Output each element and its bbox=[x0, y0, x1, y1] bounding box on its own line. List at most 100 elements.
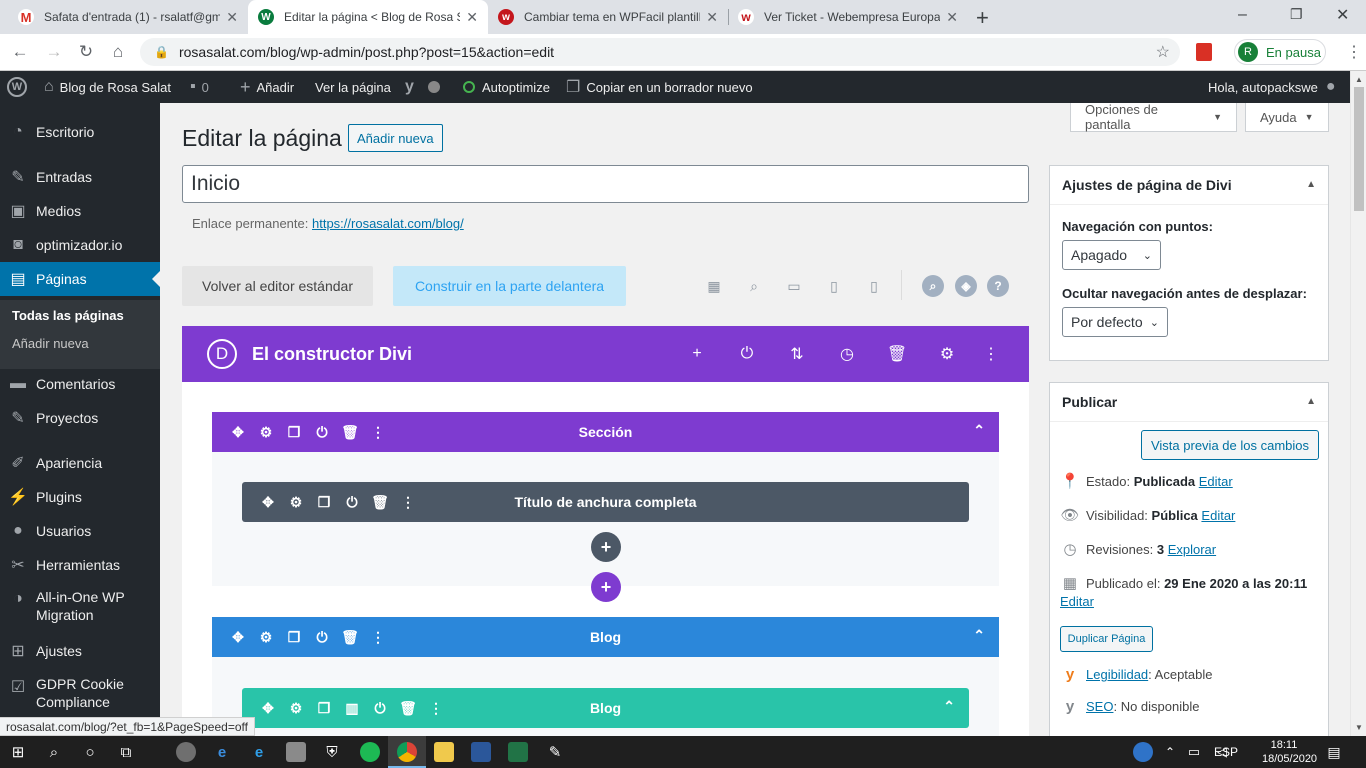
shield-icon[interactable]: ⛨ bbox=[320, 740, 344, 764]
collapse-icon[interactable]: ▲ bbox=[1306, 396, 1316, 407]
sidebar-item-migration[interactable]: ◑ All-in-One WP Migration bbox=[0, 588, 160, 630]
chevron-up-icon[interactable]: ⌃ bbox=[943, 698, 955, 715]
move-icon[interactable]: ✥ bbox=[224, 629, 252, 646]
sidebar-item-projects[interactable]: ✎ Proyectos bbox=[0, 401, 160, 435]
sidebar-item-plugins[interactable]: ⚡ Plugins bbox=[0, 480, 160, 514]
row-bar-blog[interactable]: ✥ ⚙ ❐ ▥ ⏻ 🗑 ⋮ Blog ⌃ bbox=[242, 688, 969, 728]
page-scrollbar[interactable]: ▲ ▼ bbox=[1350, 71, 1366, 736]
pdf-extension-icon[interactable] bbox=[1196, 43, 1212, 61]
box-header[interactable]: Publicar ▲ bbox=[1050, 383, 1328, 422]
close-icon[interactable]: ✕ bbox=[226, 9, 238, 26]
sidebar-item-tools[interactable]: ✂ Herramientas bbox=[0, 548, 160, 582]
wp-logo-icon[interactable]: W bbox=[7, 71, 27, 103]
hide-nav-select[interactable]: Por defecto ⌄ bbox=[1062, 307, 1168, 337]
excel-icon[interactable] bbox=[508, 742, 528, 762]
kebab-menu-icon[interactable]: ⋮ bbox=[1346, 42, 1362, 62]
save-icon[interactable]: ⏻ bbox=[308, 629, 336, 646]
sidebar-item-comments[interactable]: ▬ Comentarios bbox=[0, 367, 160, 401]
scroll-down-icon[interactable]: ▼ bbox=[1355, 723, 1363, 732]
layers-icon[interactable]: ◈ bbox=[955, 275, 977, 297]
windows-start-icon[interactable]: ⊞ bbox=[6, 740, 30, 764]
chevron-up-icon[interactable]: ⌃ bbox=[1158, 740, 1182, 764]
preview-changes-button[interactable]: Vista previa de los cambios bbox=[1141, 430, 1319, 460]
sidebar-item-dashboard[interactable]: ◔ Escritorio bbox=[0, 115, 160, 149]
maximize-button[interactable]: ❐ bbox=[1290, 6, 1303, 23]
close-icon[interactable]: ✕ bbox=[946, 9, 958, 26]
move-icon[interactable]: ✥ bbox=[254, 700, 282, 717]
scrollbar-thumb[interactable] bbox=[1354, 87, 1364, 211]
box-header[interactable]: Ajustes de página de Divi ▲ bbox=[1050, 166, 1328, 205]
section-bar-blog[interactable]: ✥ ⚙ ❐ ⏻ 🗑 ⋮ Blog ⌃ bbox=[212, 617, 999, 657]
duplicate-icon[interactable]: ❐ bbox=[280, 424, 308, 441]
edit-status-link[interactable]: Editar bbox=[1199, 474, 1233, 489]
site-name-link[interactable]: ⌂ Blog de Rosa Salat bbox=[44, 71, 171, 103]
sidebar-item-settings[interactable]: ⊞ Ajustes bbox=[0, 634, 160, 668]
sort-icon[interactable]: ⇅ bbox=[787, 344, 807, 364]
language-indicator[interactable]: ESP bbox=[1214, 745, 1238, 759]
browser-tab-gmail[interactable]: M Safata d'entrada (1) - rsalatf@gm ✕ bbox=[8, 0, 248, 34]
edit-visibility-link[interactable]: Editar bbox=[1201, 508, 1235, 523]
trash-icon[interactable]: 🗑 bbox=[394, 700, 422, 717]
new-tab-button[interactable]: + bbox=[976, 5, 989, 31]
word-icon[interactable] bbox=[471, 742, 491, 762]
paint-icon[interactable]: ✎ bbox=[543, 740, 567, 764]
sidebar-item-optimizador[interactable]: ◙ optimizador.io bbox=[0, 228, 160, 262]
screen-options-button[interactable]: Opciones de pantalla ▼ bbox=[1070, 102, 1237, 132]
home-icon[interactable]: ⌂ bbox=[106, 40, 130, 64]
close-icon[interactable]: ✕ bbox=[706, 9, 718, 26]
more-icon[interactable]: ⋮ bbox=[422, 700, 450, 717]
cortana-icon[interactable]: ○ bbox=[78, 740, 102, 764]
move-icon[interactable]: ✥ bbox=[254, 494, 282, 511]
star-icon[interactable]: ☆ bbox=[1156, 42, 1170, 62]
section-bar[interactable]: ✥ ⚙ ❐ ⏻ 🗑 ⋮ Sección ⌃ bbox=[212, 412, 999, 452]
explore-revisions-link[interactable]: Explorar bbox=[1168, 542, 1216, 557]
scroll-up-icon[interactable]: ▲ bbox=[1355, 75, 1363, 84]
move-icon[interactable]: ✥ bbox=[224, 424, 252, 441]
task-view-icon[interactable]: ⧉ bbox=[114, 740, 138, 764]
folder-icon[interactable] bbox=[434, 742, 454, 762]
more-icon[interactable]: ⋮ bbox=[394, 494, 422, 511]
help-icon[interactable] bbox=[1133, 742, 1153, 762]
tablet-icon[interactable]: ▯ bbox=[825, 277, 843, 295]
browser-tab-wpfacil[interactable]: w Cambiar tema en WPFacil plantill ✕ bbox=[488, 0, 728, 34]
gear-icon[interactable]: ⚙ bbox=[282, 494, 310, 511]
address-bar[interactable]: 🔒 rosasalat.com/blog/wp-admin/post.php?p… bbox=[140, 38, 1180, 66]
save-icon[interactable]: ⏻ bbox=[366, 700, 394, 717]
columns-icon[interactable]: ▥ bbox=[338, 700, 366, 717]
desktop-icon[interactable]: ▭ bbox=[785, 277, 803, 295]
gear-icon[interactable]: ⚙ bbox=[282, 700, 310, 717]
seo-link[interactable]: SEO bbox=[1086, 699, 1113, 714]
search-icon[interactable]: ⌕ bbox=[922, 275, 944, 297]
readability-link[interactable]: Legibilidad bbox=[1086, 667, 1148, 682]
minimize-button[interactable]: – bbox=[1238, 6, 1247, 24]
history-icon[interactable]: ◷ bbox=[837, 344, 857, 364]
back-arrow-icon[interactable]: ← bbox=[8, 40, 32, 64]
zoom-icon[interactable]: ⌕ bbox=[745, 277, 763, 295]
sidebar-item-appearance[interactable]: ✐ Apariencia bbox=[0, 446, 160, 480]
browser-tab-wp-edit[interactable]: W Editar la página < Blog de Rosa S ✕ bbox=[248, 0, 488, 34]
close-window-button[interactable]: ✕ bbox=[1336, 5, 1349, 25]
gear-icon[interactable]: ⚙ bbox=[252, 424, 280, 441]
more-icon[interactable]: ⋮ bbox=[364, 629, 392, 646]
profile-button[interactable]: R En pausa bbox=[1234, 39, 1326, 65]
submenu-add-new[interactable]: Añadir nueva bbox=[12, 336, 89, 351]
save-icon[interactable]: ⏻ bbox=[338, 494, 366, 511]
view-page-link[interactable]: Ver la página bbox=[315, 71, 391, 103]
forward-arrow-icon[interactable]: → bbox=[42, 40, 66, 64]
help-icon[interactable]: ? bbox=[987, 275, 1009, 297]
add-new-menu[interactable]: + Añadir bbox=[240, 71, 294, 103]
ie-icon[interactable]: e bbox=[247, 740, 271, 764]
my-account-menu[interactable]: Hola, autopackswe ● bbox=[1208, 71, 1336, 103]
spotify-icon[interactable] bbox=[360, 742, 380, 762]
sidebar-item-media[interactable]: ▣ Medios bbox=[0, 194, 160, 228]
build-front-end-button[interactable]: Construir en la parte delantera bbox=[393, 266, 626, 306]
gear-icon[interactable]: ⚙ bbox=[937, 344, 957, 364]
copy-draft-link[interactable]: ❐ Copiar en un borrador nuevo bbox=[566, 71, 753, 103]
chevron-up-icon[interactable]: ⌃ bbox=[973, 627, 985, 644]
trash-icon[interactable]: 🗑 bbox=[887, 344, 907, 364]
trash-icon[interactable]: 🗑 bbox=[366, 494, 394, 511]
add-icon[interactable]: + bbox=[687, 344, 707, 364]
submenu-all-pages[interactable]: Todas las páginas bbox=[12, 308, 124, 323]
help-button[interactable]: Ayuda ▼ bbox=[1245, 103, 1329, 132]
sidebar-item-gdpr[interactable]: ☑ GDPR Cookie Compliance bbox=[0, 675, 160, 717]
